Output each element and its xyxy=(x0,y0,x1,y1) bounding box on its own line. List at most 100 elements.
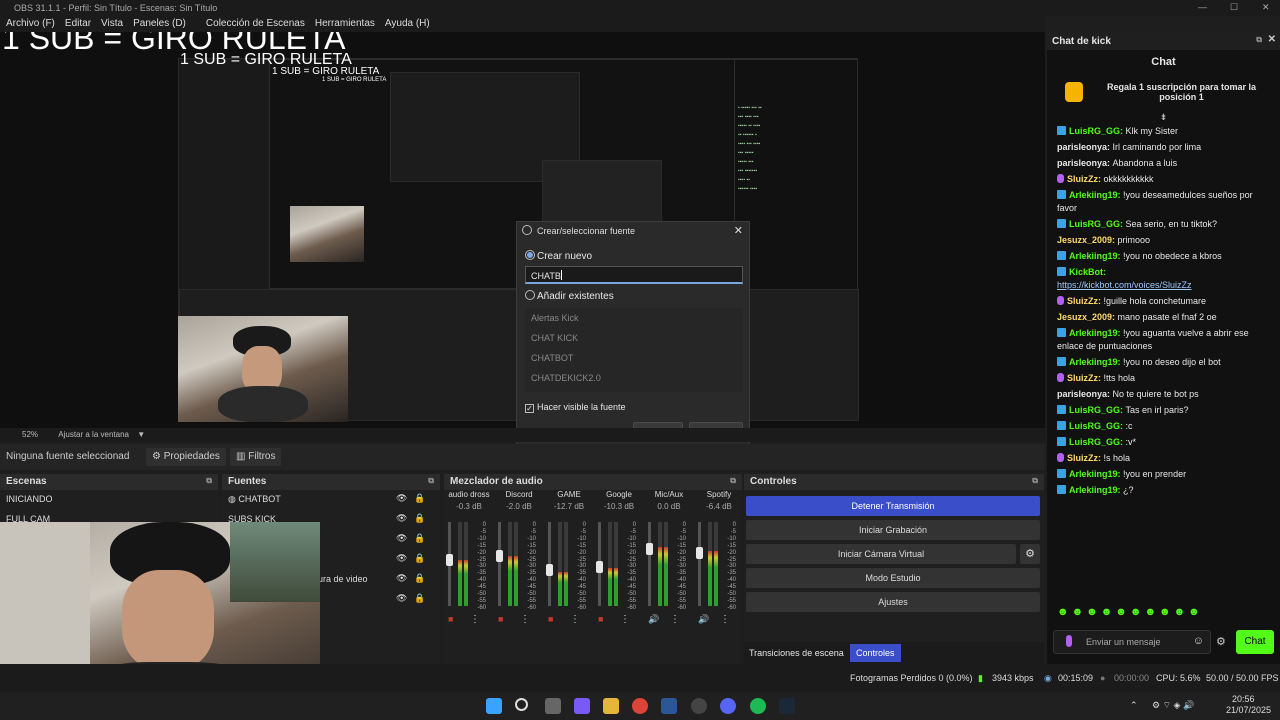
chat-text[interactable]: https://kickbot.com/voices/SluizZz xyxy=(1057,280,1192,290)
muted-speaker-icon[interactable]: ■ xyxy=(548,614,553,624)
word-icon[interactable] xyxy=(661,698,677,714)
channel-menu-icon[interactable]: ⋮ xyxy=(670,614,680,625)
lock-icon[interactable]: 🔒 xyxy=(414,593,425,604)
virtual-camera-settings-icon[interactable]: ⚙ xyxy=(1020,544,1040,564)
chat-settings-icon[interactable]: ⚙ xyxy=(1216,635,1226,648)
volume-slider-handle[interactable] xyxy=(596,560,603,573)
chat-username[interactable]: Arlekiing19 xyxy=(1069,328,1118,338)
windows-start-icon[interactable] xyxy=(486,698,502,714)
chat-username[interactable]: parisleonya xyxy=(1057,389,1107,399)
chat-input[interactable]: Enviar un mensaje ☺ xyxy=(1053,630,1211,654)
zoom-value[interactable]: 52% xyxy=(22,430,38,439)
add-existing-radio[interactable]: Añadir existentes xyxy=(525,290,614,302)
visibility-eye-icon[interactable]: 👁 xyxy=(396,513,407,524)
channel-menu-icon[interactable]: ⋮ xyxy=(620,614,630,625)
zoom-fit[interactable]: Ajustar a la ventana xyxy=(58,430,129,439)
speaker-icon[interactable]: 🔊 xyxy=(698,614,709,625)
chat-username[interactable]: LuisRG_GG xyxy=(1069,126,1120,136)
lock-icon[interactable]: 🔒 xyxy=(414,553,425,564)
chat-username[interactable]: Arlekiing19 xyxy=(1069,485,1118,495)
start-recording-button[interactable]: Iniciar Grabación xyxy=(746,520,1040,540)
speaker-icon[interactable]: 🔊 xyxy=(648,614,659,625)
settings-button[interactable]: Ajustes xyxy=(746,592,1040,612)
close-button[interactable]: ✕ xyxy=(1262,2,1270,13)
steam-icon[interactable] xyxy=(779,698,795,714)
source-name-input[interactable]: CHATB xyxy=(525,266,743,284)
copilot-icon[interactable] xyxy=(574,698,590,714)
chat-username[interactable]: LuisRG_GG xyxy=(1069,405,1120,415)
close-icon[interactable]: ✕ xyxy=(1268,34,1276,45)
existing-source-item[interactable]: Alertas Kick xyxy=(525,308,743,328)
chrome-icon[interactable] xyxy=(632,698,648,714)
chat-username[interactable]: SluizZz xyxy=(1067,373,1098,383)
muted-speaker-icon[interactable]: ■ xyxy=(498,614,503,624)
menu-paneles[interactable]: Paneles (D) xyxy=(133,18,186,32)
muted-speaker-icon[interactable]: ■ xyxy=(598,614,603,624)
visibility-eye-icon[interactable]: 👁 xyxy=(396,593,407,604)
channel-menu-icon[interactable]: ⋮ xyxy=(470,614,480,625)
chat-username[interactable]: Arlekiing19 xyxy=(1069,357,1118,367)
visibility-eye-icon[interactable]: 👁 xyxy=(396,573,407,584)
menu-editar[interactable]: Editar xyxy=(65,18,91,32)
volume-slider-track[interactable] xyxy=(646,522,653,606)
filters-button[interactable]: ▥ Filtros xyxy=(230,448,282,466)
tray-icons[interactable]: ⚙ ⌔ ◈ 🔊 xyxy=(1152,700,1194,711)
popout-icon[interactable]: ⧉ xyxy=(1256,35,1262,45)
discord-icon[interactable] xyxy=(720,698,736,714)
virtual-camera-button[interactable]: Iniciar Cámara Virtual xyxy=(746,544,1016,564)
muted-speaker-icon[interactable]: ■ xyxy=(448,614,453,624)
volume-slider-handle[interactable] xyxy=(496,550,503,562)
zoom-dropdown-icon[interactable]: ▼ xyxy=(137,430,145,439)
stop-stream-button[interactable]: Detener Transmisión xyxy=(746,496,1040,516)
lock-icon[interactable]: 🔒 xyxy=(414,493,425,504)
chat-username[interactable]: Arlekiing19 xyxy=(1069,469,1118,479)
chat-username[interactable]: LuisRG_GG xyxy=(1069,437,1120,447)
volume-slider-track[interactable] xyxy=(446,522,453,606)
chat-username[interactable]: parisleonya xyxy=(1057,142,1107,152)
chat-username[interactable]: LuisRG_GG xyxy=(1069,421,1120,431)
chrome-profile-icon[interactable] xyxy=(750,698,766,714)
clock-time[interactable]: 20:56 xyxy=(1232,694,1255,704)
channel-menu-icon[interactable]: ⋮ xyxy=(520,614,530,625)
pinned-expand-icon[interactable]: ⇟ xyxy=(1047,112,1280,124)
volume-slider-handle[interactable] xyxy=(546,564,553,576)
task-view-icon[interactable] xyxy=(545,698,561,714)
file-explorer-icon[interactable] xyxy=(603,698,619,714)
properties-button[interactable]: ⚙ Propiedades xyxy=(146,448,226,466)
dialog-close-icon[interactable]: ✕ xyxy=(734,224,743,237)
volume-slider-handle[interactable] xyxy=(646,543,653,555)
visibility-eye-icon[interactable]: 👁 xyxy=(396,553,407,564)
chat-username[interactable]: parisleonya xyxy=(1057,158,1107,168)
chat-username[interactable]: SluizZz xyxy=(1067,174,1098,184)
tab-transitions[interactable]: Transiciones de escena xyxy=(749,648,844,658)
scene-item[interactable]: INICIANDO xyxy=(0,490,218,510)
volume-slider-handle[interactable] xyxy=(696,546,703,559)
menu-coleccion[interactable]: Colección de Escenas xyxy=(206,18,305,32)
menu-ayuda[interactable]: Ayuda (H) xyxy=(385,18,430,32)
chat-username[interactable]: Arlekiing19 xyxy=(1069,190,1118,200)
emoji-icon[interactable]: ☺ xyxy=(1193,635,1204,647)
lock-icon[interactable]: 🔒 xyxy=(414,533,425,544)
chat-send-button[interactable]: Chat xyxy=(1236,630,1274,654)
existing-source-item[interactable]: CHAT KICK xyxy=(525,328,743,348)
popout-icon[interactable]: ⧉ xyxy=(206,476,212,486)
volume-slider-track[interactable] xyxy=(596,522,603,606)
existing-source-item[interactable]: CHATBOT xyxy=(525,348,743,368)
source-item[interactable]: ◍ CHATBOT 👁 🔒 xyxy=(222,490,440,510)
tab-controls[interactable]: Controles xyxy=(850,644,901,662)
menu-archivo[interactable]: Archivo (F) xyxy=(6,18,55,32)
lock-icon[interactable]: 🔒 xyxy=(414,513,425,524)
visible-checkbox[interactable]: ✓ Hacer visible la fuente xyxy=(525,402,626,413)
volume-slider-track[interactable] xyxy=(696,522,703,606)
volume-slider-track[interactable] xyxy=(546,522,553,606)
visibility-eye-icon[interactable]: 👁 xyxy=(396,533,407,544)
lock-icon[interactable]: 🔒 xyxy=(414,573,425,584)
maximize-button[interactable]: ☐ xyxy=(1230,2,1238,13)
volume-slider-track[interactable] xyxy=(496,522,503,606)
popout-icon[interactable]: ⧉ xyxy=(428,476,434,486)
clock-date[interactable]: 21/07/2025 xyxy=(1226,705,1271,715)
search-icon[interactable] xyxy=(515,698,528,711)
create-new-radio[interactable]: Crear nuevo xyxy=(525,250,592,262)
studio-mode-button[interactable]: Modo Estudio xyxy=(746,568,1040,588)
popout-icon[interactable]: ⧉ xyxy=(730,476,736,486)
